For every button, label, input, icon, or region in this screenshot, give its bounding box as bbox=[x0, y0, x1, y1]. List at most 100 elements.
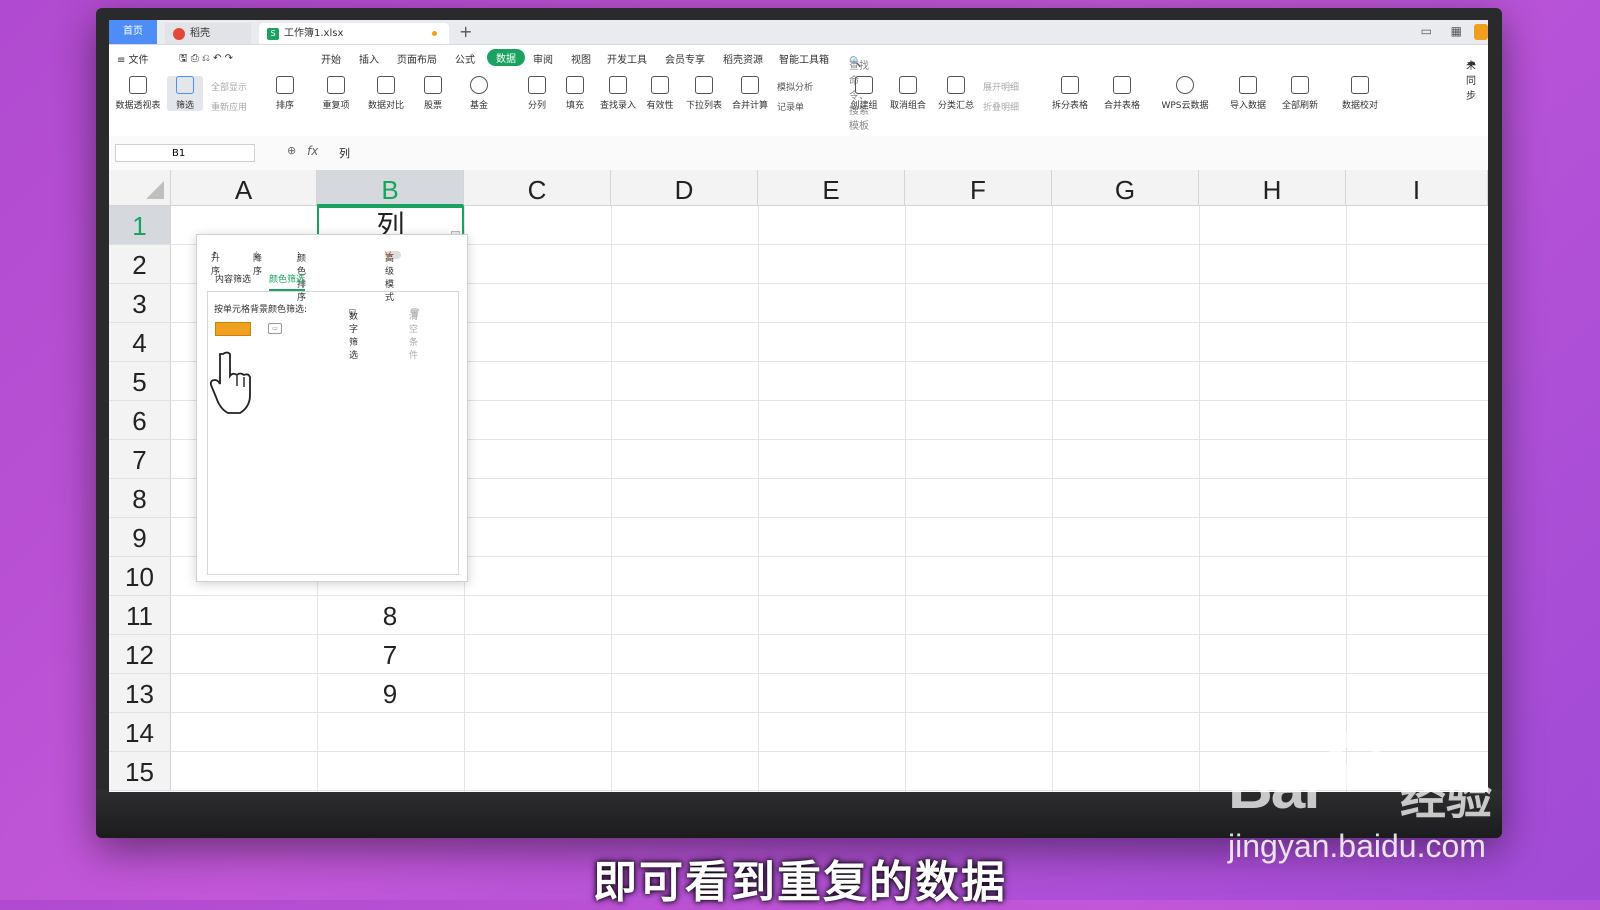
lookup-icon bbox=[609, 76, 627, 94]
name-box[interactable]: B1 bbox=[115, 144, 255, 162]
tab-daoke[interactable]: 稻壳 bbox=[165, 23, 251, 44]
tab-content-filter[interactable]: 内容筛选 bbox=[215, 272, 251, 285]
row-header-12[interactable]: 12 bbox=[109, 635, 171, 674]
zoom-icon[interactable]: ⊕ bbox=[287, 144, 296, 157]
split-table-label: 拆分表格 bbox=[1051, 101, 1088, 111]
pivot-table-icon bbox=[129, 76, 147, 94]
fund-button[interactable]: 基金 bbox=[457, 76, 501, 111]
row-header-6[interactable]: 6 bbox=[109, 401, 171, 440]
tab-home[interactable]: 首页 bbox=[109, 20, 157, 44]
fund-label: 基金 bbox=[469, 101, 488, 111]
column-header-c[interactable]: C bbox=[464, 170, 611, 206]
cell-b12[interactable]: 7 bbox=[317, 635, 463, 674]
spreadsheet-icon: S bbox=[267, 27, 279, 40]
compare-icon bbox=[377, 76, 395, 94]
menu-review[interactable]: 审阅 bbox=[533, 51, 553, 66]
column-header-h[interactable]: H bbox=[1199, 170, 1346, 206]
menu-vip[interactable]: 会员专享 bbox=[665, 51, 705, 66]
row-header-3[interactable]: 3 bbox=[109, 284, 171, 323]
column-header-i[interactable]: I bbox=[1346, 170, 1488, 206]
row-header-13[interactable]: 13 bbox=[109, 674, 171, 713]
sort-icon bbox=[276, 76, 294, 94]
baidu-jingyan-text: 经验 bbox=[1400, 771, 1492, 825]
row-header-9[interactable]: 9 bbox=[109, 518, 171, 557]
column-header-d[interactable]: D bbox=[611, 170, 758, 206]
merge-table-button[interactable]: 合并表格 bbox=[1097, 76, 1147, 111]
subtotal-icon bbox=[947, 76, 965, 94]
ungroup-button[interactable]: 取消组合 bbox=[883, 76, 933, 111]
consolidate-icon bbox=[741, 76, 759, 94]
cell-b11[interactable]: 8 bbox=[317, 596, 463, 635]
split-column-label: 分列 bbox=[527, 101, 546, 111]
menu-page-layout[interactable]: 页面布局 bbox=[397, 51, 437, 66]
menu-data[interactable]: 数据 bbox=[487, 49, 525, 66]
color-swatch-orange[interactable] bbox=[215, 322, 251, 336]
wps-cloud-data-button[interactable]: WPS云数据 bbox=[1155, 76, 1215, 111]
menu-file[interactable]: ≡ 文件 bbox=[117, 51, 149, 66]
collapse-detail-button[interactable]: 折叠明细 bbox=[983, 100, 1019, 113]
row-header-8[interactable]: 8 bbox=[109, 479, 171, 518]
proofread-icon bbox=[1351, 76, 1369, 94]
quick-access-icons[interactable]: 🖫 ⎙ ⎌ ↶ ↷ bbox=[179, 51, 233, 68]
row-header-14[interactable]: 14 bbox=[109, 713, 171, 752]
sort-button[interactable]: 排序 bbox=[265, 76, 305, 111]
tab-workbook[interactable]: S 工作簿1.xlsx bbox=[259, 23, 449, 44]
column-header-g[interactable]: G bbox=[1052, 170, 1199, 206]
create-group-label: 创建组 bbox=[850, 101, 878, 111]
row-header-1[interactable]: 1 bbox=[109, 206, 171, 245]
fx-icon[interactable]: fx bbox=[307, 144, 318, 158]
consolidate-button[interactable]: 合并计算 bbox=[725, 76, 775, 111]
menu-insert[interactable]: 插入 bbox=[359, 51, 379, 66]
tab-color-filter[interactable]: 颜色筛选 bbox=[269, 272, 306, 291]
ungroup-icon bbox=[899, 76, 917, 94]
select-all-corner[interactable] bbox=[109, 170, 171, 206]
formula-input[interactable]: 列 bbox=[339, 145, 350, 161]
compare-button[interactable]: 数据对比 bbox=[361, 76, 411, 111]
record-form-button[interactable]: 记录单 bbox=[777, 100, 804, 113]
filter-button[interactable]: 筛选 bbox=[167, 76, 203, 111]
expand-detail-button[interactable]: 展开明细 bbox=[983, 80, 1019, 93]
data-proofread-button[interactable]: 数据校对 bbox=[1335, 76, 1385, 111]
column-header-a[interactable]: A bbox=[171, 170, 317, 206]
no-fill-swatch-icon[interactable]: ▭ bbox=[268, 323, 282, 334]
stocks-button[interactable]: 股票 bbox=[411, 76, 455, 111]
column-header-e[interactable]: E bbox=[758, 170, 905, 206]
pivot-table-button[interactable]: 数据透视表 bbox=[113, 76, 163, 111]
split-table-button[interactable]: 拆分表格 bbox=[1045, 76, 1095, 111]
merge-table-label: 合并表格 bbox=[1103, 101, 1140, 111]
row-header-2[interactable]: 2 bbox=[109, 245, 171, 284]
menu-dev-tools[interactable]: 开发工具 bbox=[607, 51, 647, 66]
reapply-button[interactable]: 重新应用 bbox=[211, 100, 247, 113]
fill-button[interactable]: 填充 bbox=[553, 76, 597, 111]
avatar[interactable] bbox=[1474, 24, 1488, 40]
show-all-button[interactable]: 全部显示 bbox=[211, 80, 247, 93]
refresh-all-button[interactable]: 全部刷新 bbox=[1275, 76, 1325, 111]
row-header-7[interactable]: 7 bbox=[109, 440, 171, 479]
row-header-10[interactable]: 10 bbox=[109, 557, 171, 596]
row-header-5[interactable]: 5 bbox=[109, 362, 171, 401]
row-header-15[interactable]: 15 bbox=[109, 752, 171, 791]
subtotal-button[interactable]: 分类汇总 bbox=[931, 76, 981, 111]
vip-icon: V bbox=[385, 251, 392, 261]
duplicates-button[interactable]: 重复项 bbox=[311, 76, 361, 111]
tab-daoke-label: 稻壳 bbox=[190, 28, 210, 39]
new-tab-button[interactable]: + bbox=[459, 21, 472, 42]
row-header-4[interactable]: 4 bbox=[109, 323, 171, 362]
apps-grid-icon[interactable]: ▦ bbox=[1451, 24, 1462, 38]
column-header-b[interactable]: B bbox=[317, 170, 464, 206]
row-header-11[interactable]: 11 bbox=[109, 596, 171, 635]
menu-daoke-resources[interactable]: 稻壳资源 bbox=[723, 51, 763, 66]
simulate-analysis-button[interactable]: 模拟分析 bbox=[777, 80, 813, 93]
dropdown-list-button[interactable]: 下拉列表 bbox=[679, 76, 729, 111]
column-header-f[interactable]: F bbox=[905, 170, 1052, 206]
import-data-button[interactable]: 导入数据 bbox=[1223, 76, 1273, 111]
menu-smart-toolbox[interactable]: 智能工具箱 bbox=[779, 51, 829, 66]
menu-formula[interactable]: 公式 bbox=[455, 51, 475, 66]
create-group-button[interactable]: 创建组 bbox=[839, 76, 889, 111]
import-label: 导入数据 bbox=[1229, 101, 1266, 111]
menu-home[interactable]: 开始 bbox=[321, 51, 341, 66]
validity-button[interactable]: 有效性 bbox=[635, 76, 685, 111]
cell-b13[interactable]: 9 bbox=[317, 674, 463, 713]
menu-view[interactable]: 视图 bbox=[571, 51, 591, 66]
layout-icon[interactable]: ▭ bbox=[1421, 24, 1432, 38]
